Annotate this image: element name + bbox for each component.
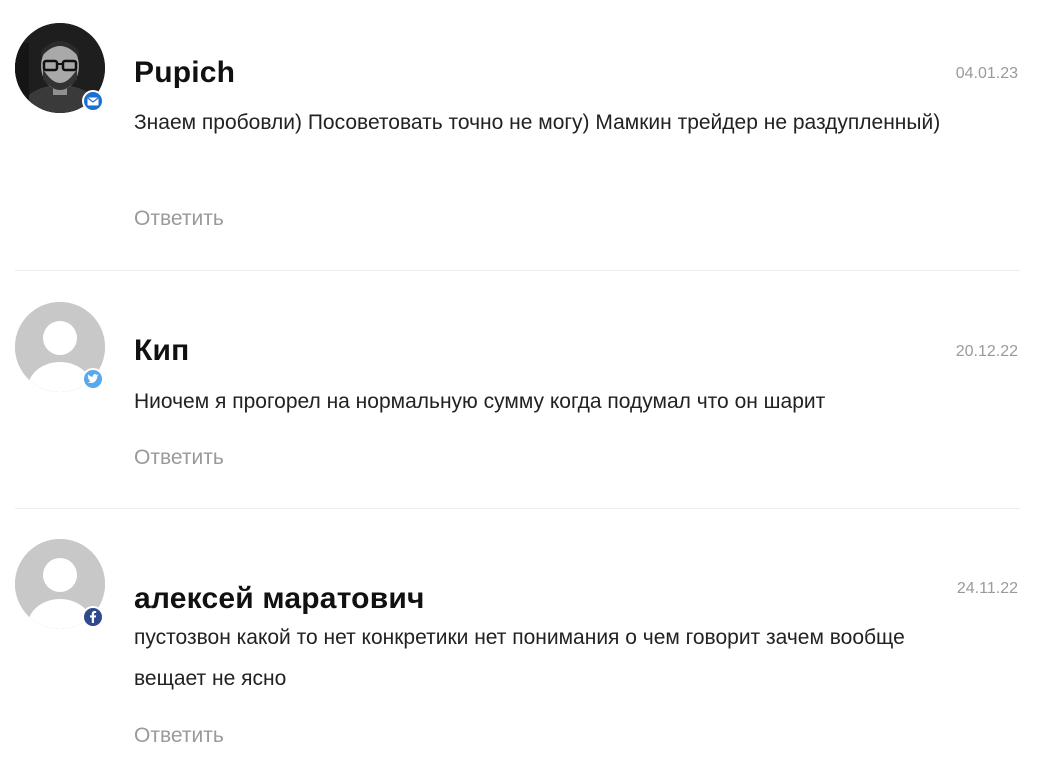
comment-text: пустозвон какой то нет конкретики нет по… [134, 626, 905, 690]
comment-text: Ниочем я прогорел на нормальную сумму ко… [134, 390, 826, 413]
comments-list: Pupich 04.01.23 Знаем пробовли) Посовето… [0, 0, 1040, 764]
comment-author: Кип [134, 334, 190, 367]
divider [15, 508, 1020, 509]
facebook-icon [90, 611, 97, 623]
reply-link[interactable]: Ответить [134, 446, 224, 470]
email-icon [87, 97, 99, 105]
comment-author: Pupich [134, 56, 236, 89]
comment-text: Знаем пробовли) Посоветовать точно не мо… [134, 111, 941, 134]
network-badge [82, 368, 104, 390]
comment-author: алексей маратович [134, 582, 425, 615]
reply-link[interactable]: Ответить [134, 724, 224, 748]
comment-date: 20.12.22 [955, 343, 1018, 360]
comment-date: 24.11.22 [956, 580, 1018, 597]
network-badge [82, 606, 104, 628]
twitter-icon [87, 374, 99, 384]
divider [15, 270, 1020, 271]
comment-date: 04.01.23 [955, 65, 1018, 82]
reply-link[interactable]: Ответить [134, 207, 224, 231]
network-badge [82, 90, 104, 112]
